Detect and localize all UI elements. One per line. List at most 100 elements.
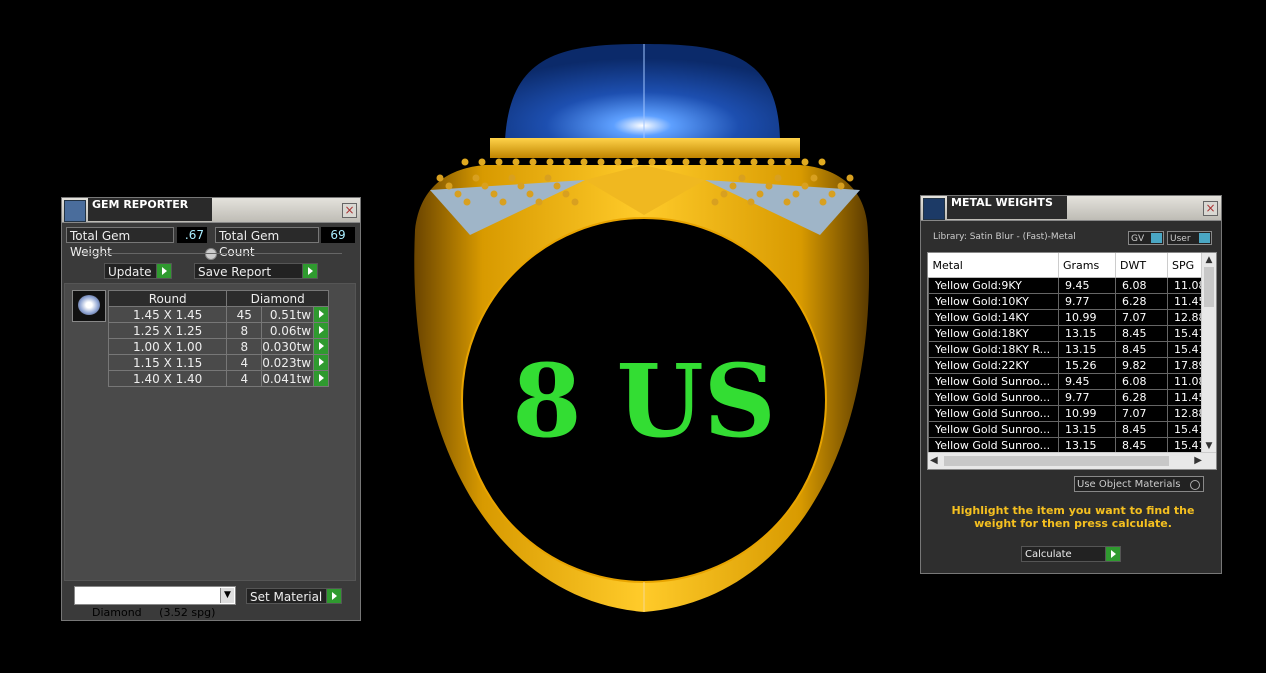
- metal-spg-cell: 11.45: [1167, 293, 1202, 310]
- side-stone: [756, 190, 764, 198]
- update-button[interactable]: Update: [104, 263, 172, 279]
- metal-spg-cell: 11.08: [1167, 373, 1202, 390]
- gem-row[interactable]: 1.45 X 1.45 45 0.51tw: [107, 306, 329, 323]
- close-icon[interactable]: ×: [342, 203, 357, 218]
- gem-count: 4: [226, 370, 263, 387]
- total-gem-count-value: 69: [321, 227, 355, 243]
- gem-row[interactable]: 1.40 X 1.40 4 0.041tw: [107, 370, 329, 387]
- close-icon[interactable]: ×: [1203, 201, 1218, 216]
- metal-row[interactable]: Yellow Gold:14KY10.997.0712.88: [928, 309, 1202, 326]
- metal-column-header[interactable]: Metal: [928, 253, 1059, 278]
- metal-dwt-cell: 7.07: [1115, 405, 1168, 422]
- gem-size: 1.40 X 1.40: [107, 370, 228, 387]
- toggle-icon: [1199, 233, 1210, 243]
- bezel-stone: [784, 158, 792, 166]
- gem-row[interactable]: 1.00 X 1.00 8 0.030tw: [107, 338, 329, 355]
- metal-weights-titlebar[interactable]: METAL WEIGHTS ×: [921, 196, 1221, 221]
- set-material-button[interactable]: Set Material: [246, 588, 342, 604]
- bezel-stone: [563, 158, 571, 166]
- metal-grams-cell: 9.45: [1058, 277, 1116, 294]
- bezel-stone: [529, 158, 537, 166]
- user-toggle-label: User: [1170, 234, 1191, 244]
- metal-row[interactable]: Yellow Gold Sunroo...10.997.0712.88: [928, 405, 1202, 422]
- horizontal-scrollbar[interactable]: ◀ ▶: [928, 452, 1216, 469]
- metal-row[interactable]: Yellow Gold Sunroo...9.456.0811.08: [928, 373, 1202, 390]
- metal-row[interactable]: Yellow Gold:10KY9.776.2811.45: [928, 293, 1202, 310]
- scroll-down-icon[interactable]: ▼: [1202, 439, 1216, 453]
- collapse-icon[interactable]: [205, 248, 217, 260]
- metal-row[interactable]: Yellow Gold:22KY15.269.8217.89: [928, 357, 1202, 374]
- bezel-stone: [682, 158, 690, 166]
- metal-dwt-cell: 8.45: [1115, 421, 1168, 438]
- bezel-stone: [699, 158, 707, 166]
- bezel-stone: [801, 158, 809, 166]
- gv-toggle[interactable]: GV: [1128, 231, 1164, 245]
- user-toggle[interactable]: User: [1167, 231, 1212, 245]
- use-object-materials-toggle[interactable]: Use Object Materials: [1074, 476, 1204, 492]
- metal-column-header[interactable]: Grams: [1058, 253, 1116, 278]
- select-gem-button[interactable]: [313, 370, 329, 387]
- side-stone: [472, 174, 480, 182]
- gem-count: 45: [226, 306, 263, 323]
- gem-shape-header: Round: [107, 290, 228, 307]
- total-gem-weight-value: .67: [177, 227, 207, 243]
- metal-column-header[interactable]: SPG: [1167, 253, 1202, 278]
- gem-reporter-titlebar[interactable]: GEM REPORTER ×: [62, 198, 360, 223]
- metal-spg-cell: 11.08: [1167, 277, 1202, 294]
- radio-icon: [1190, 480, 1200, 490]
- metal-grams-cell: 10.99: [1058, 309, 1116, 326]
- bezel-stone: [665, 158, 673, 166]
- round-diamond-thumbnail-icon[interactable]: [72, 290, 106, 322]
- metal-column-header[interactable]: DWT: [1115, 253, 1168, 278]
- metal-spg-cell: 17.89: [1167, 357, 1202, 374]
- bezel-stone: [495, 158, 503, 166]
- metal-table-container[interactable]: Metal Grams DWT SPG Yellow Gold:9KY 9.45 6.08…: [927, 252, 1217, 470]
- gem-table: Round Diamond 1.45 X 1.45 45 0.51tw 1.25 X …: [107, 290, 329, 387]
- metal-grams-cell: 13.15: [1058, 437, 1116, 453]
- side-stone: [801, 182, 809, 190]
- bezel-stone: [631, 158, 639, 166]
- metal-row[interactable]: Yellow Gold Sunroo...13.158.4515.41: [928, 421, 1202, 438]
- select-gem-button[interactable]: [313, 322, 329, 339]
- gv-toggle-label: GV: [1131, 234, 1145, 244]
- side-stone: [544, 174, 552, 182]
- metal-grams-cell: 13.15: [1058, 341, 1116, 358]
- scroll-left-icon[interactable]: ◀: [930, 453, 938, 469]
- metal-metal-cell: Yellow Gold:14KY: [928, 309, 1059, 326]
- go-arrow-icon: [1105, 547, 1120, 561]
- metal-row[interactable]: Yellow Gold:18KY13.158.4515.41: [928, 325, 1202, 342]
- scroll-up-icon[interactable]: ▲: [1202, 253, 1216, 267]
- gem-reporter-title: GEM REPORTER: [88, 198, 212, 221]
- vertical-scrollbar[interactable]: ▲ ▼: [1201, 253, 1216, 453]
- scroll-right-icon[interactable]: ▶: [1194, 453, 1202, 469]
- gem-weight: 0.06tw: [261, 322, 315, 339]
- calculate-button[interactable]: Calculate: [1021, 546, 1121, 562]
- select-gem-button[interactable]: [313, 354, 329, 371]
- gem-row[interactable]: 1.25 X 1.25 8 0.06tw: [107, 322, 329, 339]
- side-stone: [828, 190, 836, 198]
- go-arrow-icon: [326, 589, 341, 603]
- metal-row[interactable]: Yellow Gold:18KY R...13.158.4515.41: [928, 341, 1202, 358]
- scrollbar-thumb[interactable]: [1204, 267, 1214, 307]
- metal-metal-cell: Yellow Gold:18KY R...: [928, 341, 1059, 358]
- side-stone: [571, 198, 579, 206]
- side-stone: [846, 174, 854, 182]
- side-stone: [792, 190, 800, 198]
- metal-row[interactable]: Yellow Gold Sunroo...9.776.2811.45: [928, 389, 1202, 406]
- gem-weight: 0.030tw: [261, 338, 315, 355]
- material-select[interactable]: Diamond (3.52 spg) ▼: [74, 586, 236, 619]
- gem-row[interactable]: 1.15 X 1.15 4 0.023tw: [107, 354, 329, 371]
- update-button-label: Update: [108, 265, 152, 279]
- save-report-button[interactable]: Save Report: [194, 263, 318, 279]
- chevron-down-icon[interactable]: ▼: [220, 588, 234, 603]
- side-stone: [445, 182, 453, 190]
- metal-grams-cell: 9.45: [1058, 373, 1116, 390]
- bezel-stone: [750, 158, 758, 166]
- scrollbar-thumb[interactable]: [944, 456, 1169, 466]
- select-gem-button[interactable]: [313, 338, 329, 355]
- metal-row[interactable]: Yellow Gold:9KY9.456.0811.08: [928, 277, 1202, 294]
- bezel-stone: [767, 158, 775, 166]
- metal-row[interactable]: Yellow Gold Sunroo...13.158.4515.41: [928, 437, 1202, 453]
- metal-metal-cell: Yellow Gold Sunroo...: [928, 405, 1059, 422]
- select-gem-button[interactable]: [313, 306, 329, 323]
